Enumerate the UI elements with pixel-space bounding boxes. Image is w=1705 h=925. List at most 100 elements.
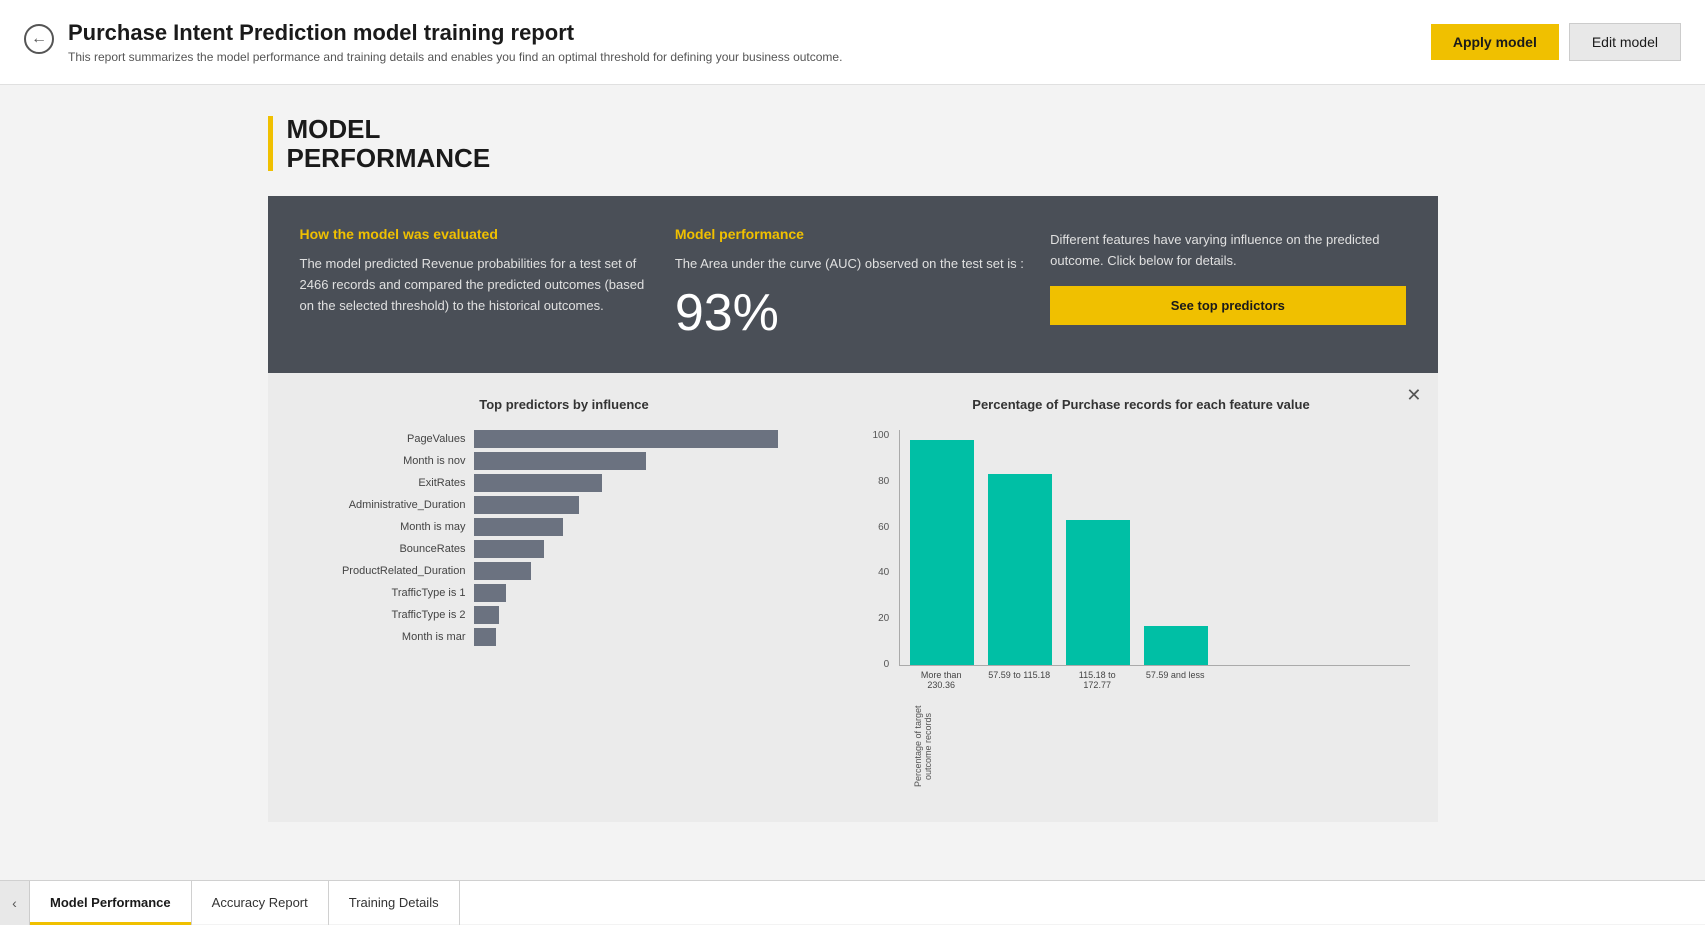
bar-fill xyxy=(474,518,564,536)
bar-fill xyxy=(474,474,602,492)
bar-label: TrafficType is 1 xyxy=(296,587,466,599)
bar-track xyxy=(474,584,833,602)
edit-model-button[interactable]: Edit model xyxy=(1569,23,1681,61)
main-content: MODEL PERFORMANCE How the model was eval… xyxy=(0,85,1705,880)
bar-label: PageValues xyxy=(296,433,466,445)
bar-fill xyxy=(474,540,544,558)
right-chart: Percentage of Purchase records for each … xyxy=(873,397,1410,798)
apply-model-button[interactable]: Apply model xyxy=(1431,24,1559,60)
y-axis: 100 80 60 40 20 0 xyxy=(873,430,900,690)
bar-row: ExitRates xyxy=(296,474,833,492)
info-col-2: Model performance The Area under the cur… xyxy=(675,226,1030,343)
bar-fill xyxy=(474,606,500,624)
y-axis-rotated-label: Percentage of target outcome records xyxy=(913,696,1410,798)
left-bar-chart: PageValues Month is nov ExitRates Administr… xyxy=(296,430,833,650)
section-title-line1: MODEL xyxy=(287,114,381,144)
bar-row: Month is nov xyxy=(296,452,833,470)
bar-fill xyxy=(474,562,532,580)
bar-col xyxy=(910,440,974,665)
bar-row: Administrative_Duration xyxy=(296,496,833,514)
bar-label: ExitRates xyxy=(296,477,466,489)
info-col-1: How the model was evaluated The model pr… xyxy=(300,226,655,343)
bar-label: Month is may xyxy=(296,521,466,533)
back-button[interactable]: ← xyxy=(24,24,54,54)
info-col3-body: Different features have varying influenc… xyxy=(1050,230,1405,272)
y-tick: 80 xyxy=(878,476,893,487)
charts-grid: Top predictors by influence PageValues Mo… xyxy=(296,397,1410,798)
info-col2-title: Model performance xyxy=(675,226,1030,242)
tab-scroll-left[interactable]: ‹ xyxy=(0,881,30,925)
tab-item[interactable]: Training Details xyxy=(329,881,460,925)
info-col2-body: The Area under the curve (AUC) observed … xyxy=(675,254,1030,275)
right-chart-area: More than 230.36 57.59 to 115.18 115.18 to… xyxy=(899,430,1409,690)
bar-row: TrafficType is 1 xyxy=(296,584,833,602)
bar-row: ProductRelated_Duration xyxy=(296,562,833,580)
page-subtitle: This report summarizes the model perform… xyxy=(68,50,842,64)
bar-track xyxy=(474,452,833,470)
tab-label: Model Performance xyxy=(50,895,171,910)
y-tick: 60 xyxy=(878,522,893,533)
bar-track xyxy=(474,540,833,558)
bar-fill xyxy=(474,430,778,448)
see-top-predictors-button[interactable]: See top predictors xyxy=(1050,286,1405,325)
info-col-3: Different features have varying influenc… xyxy=(1050,226,1405,343)
tab-active-indicator xyxy=(30,922,191,925)
header-actions: Apply model Edit model xyxy=(1431,23,1681,61)
bar-label: TrafficType is 2 xyxy=(296,609,466,621)
bar-fill xyxy=(474,628,496,646)
bar-label: Month is mar xyxy=(296,631,466,643)
tab-item[interactable]: Accuracy Report xyxy=(192,881,329,925)
bar-track xyxy=(474,474,833,492)
x-label: 57.59 to 115.18 xyxy=(987,670,1051,690)
right-bars-container xyxy=(899,430,1409,666)
right-chart-title: Percentage of Purchase records for each … xyxy=(873,397,1410,412)
bar-fill xyxy=(474,496,580,514)
bar-track xyxy=(474,628,833,646)
info-card: How the model was evaluated The model pr… xyxy=(268,196,1438,373)
bar-fill xyxy=(474,452,647,470)
bottom-tabs: ‹ Model Performance Accuracy Report Traini… xyxy=(0,880,1705,924)
bar-row: Month is may xyxy=(296,518,833,536)
header-title-block: Purchase Intent Prediction model trainin… xyxy=(68,20,842,64)
bar-label: ProductRelated_Duration xyxy=(296,565,466,577)
x-labels: More than 230.36 57.59 to 115.18 115.18 to… xyxy=(899,666,1409,690)
tabs-container: Model Performance Accuracy Report Training… xyxy=(30,881,460,925)
x-label: 57.59 and less xyxy=(1143,670,1207,690)
report-container: MODEL PERFORMANCE How the model was eval… xyxy=(228,115,1478,822)
tab-label: Accuracy Report xyxy=(212,895,308,910)
bar-label: Month is nov xyxy=(296,455,466,467)
section-title-bar: MODEL PERFORMANCE xyxy=(268,115,1438,172)
y-tick: 20 xyxy=(878,613,893,624)
bar-row: TrafficType is 2 xyxy=(296,606,833,624)
bar-fill xyxy=(474,584,506,602)
left-chart-title: Top predictors by influence xyxy=(296,397,833,412)
yellow-accent-bar xyxy=(268,116,273,171)
x-label: More than 230.36 xyxy=(909,670,973,690)
section-title-line2: PERFORMANCE xyxy=(287,143,491,173)
y-tick: 100 xyxy=(873,430,894,441)
auc-value: 93% xyxy=(675,283,1030,343)
bar-track xyxy=(474,518,833,536)
bar-col xyxy=(1144,626,1208,665)
bar-label: BounceRates xyxy=(296,543,466,555)
tab-label: Training Details xyxy=(349,895,439,910)
header-left: ← Purchase Intent Prediction model train… xyxy=(24,20,842,64)
chart-panel: ✕ Top predictors by influence PageValues… xyxy=(268,373,1438,822)
header: ← Purchase Intent Prediction model train… xyxy=(0,0,1705,85)
x-label: 115.18 to 172.77 xyxy=(1065,670,1129,690)
bar-row: PageValues xyxy=(296,430,833,448)
bar-col xyxy=(1066,520,1130,665)
bar-row: Month is mar xyxy=(296,628,833,646)
bar-row: BounceRates xyxy=(296,540,833,558)
left-chart: Top predictors by influence PageValues Mo… xyxy=(296,397,833,798)
bar-track xyxy=(474,562,833,580)
page-title: Purchase Intent Prediction model trainin… xyxy=(68,20,842,46)
info-col1-title: How the model was evaluated xyxy=(300,226,655,242)
close-button[interactable]: ✕ xyxy=(1406,385,1421,406)
y-tick: 0 xyxy=(884,659,894,670)
bar-track xyxy=(474,496,833,514)
bar-track xyxy=(474,430,833,448)
tab-item[interactable]: Model Performance xyxy=(30,881,192,925)
bar-track xyxy=(474,606,833,624)
y-tick: 40 xyxy=(878,567,893,578)
